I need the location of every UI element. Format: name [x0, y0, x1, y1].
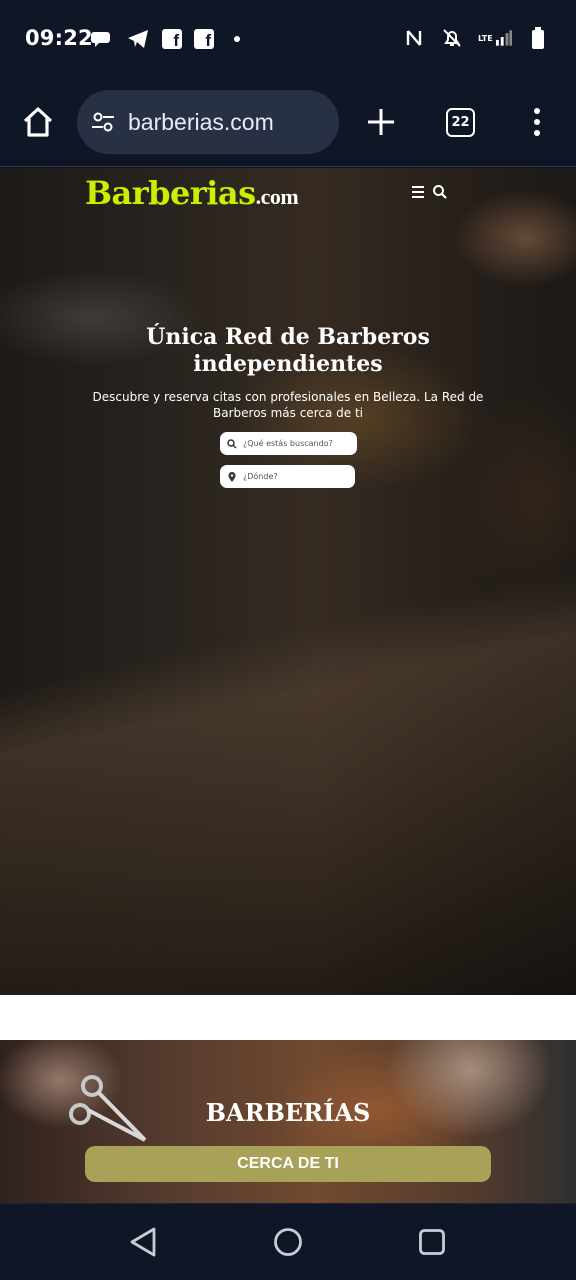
browser-toolbar: barberias.com 22 [0, 78, 576, 167]
status-time: 09:22 [25, 26, 93, 50]
hero-title-line2: independientes [193, 351, 383, 377]
hero-subtitle: Descubre y reserva citas con profesional… [92, 390, 484, 420]
more-notifications-dot-icon [234, 36, 240, 42]
logo-suffix: .com [255, 184, 299, 209]
mute-icon [440, 26, 464, 50]
plus-icon [368, 109, 394, 135]
barberias-promo-banner: BARBERÍAS CERCA DE TI [0, 1040, 576, 1203]
home-icon [23, 107, 53, 137]
recents-button[interactable] [418, 1228, 446, 1256]
hero-title: Única Red de Barberos independientes [0, 324, 576, 378]
hero-section: Barberias.com Única Red de Barberos inde… [0, 168, 576, 995]
home-button[interactable] [20, 104, 56, 140]
search-icon[interactable] [432, 184, 448, 200]
facebook-icon: f [194, 29, 214, 49]
nfc-icon [402, 26, 426, 50]
search-where-input[interactable] [243, 472, 343, 481]
url-text[interactable]: barberias.com [128, 109, 274, 136]
search-what-field[interactable] [220, 432, 357, 455]
hero-title-line1: Única Red de Barberos [146, 324, 430, 350]
facebook-icon: f [162, 29, 182, 49]
home-nav-button[interactable] [273, 1227, 303, 1257]
search-icon [227, 438, 237, 449]
tab-switcher-button[interactable]: 22 [446, 108, 475, 137]
browser-menu-button[interactable] [528, 104, 546, 140]
search-where-field[interactable] [220, 465, 355, 488]
home-circle-icon [274, 1228, 302, 1256]
site-logo[interactable]: Barberias.com [85, 174, 299, 212]
battery-icon [526, 26, 550, 50]
near-you-button[interactable]: CERCA DE TI [85, 1146, 491, 1182]
more-vert-icon [534, 108, 540, 136]
system-status-icons: LTE [402, 26, 550, 50]
notification-icons: f f [90, 27, 240, 51]
logo-main: Barberias [85, 174, 256, 212]
web-page: Barberias.com Única Red de Barberos inde… [0, 168, 576, 1203]
site-settings-icon[interactable] [90, 109, 116, 135]
telegram-icon [126, 27, 150, 51]
promo-title: BARBERÍAS [205, 1098, 371, 1127]
messages-icon [90, 27, 114, 51]
address-bar[interactable]: barberias.com [77, 90, 339, 154]
new-tab-button[interactable] [364, 105, 398, 139]
location-pin-icon [228, 471, 236, 482]
back-triangle-icon [130, 1227, 156, 1257]
lte-label: LTE [478, 33, 493, 43]
search-what-input[interactable] [243, 439, 343, 448]
back-button[interactable] [128, 1226, 158, 1258]
lte-signal-icon: LTE [478, 26, 512, 50]
status-bar: 09:22 f f LTE [0, 0, 576, 78]
system-navigation-bar [0, 1203, 576, 1280]
section-spacer [0, 995, 576, 1040]
menu-icon[interactable] [411, 185, 425, 199]
recents-square-icon [419, 1229, 445, 1255]
